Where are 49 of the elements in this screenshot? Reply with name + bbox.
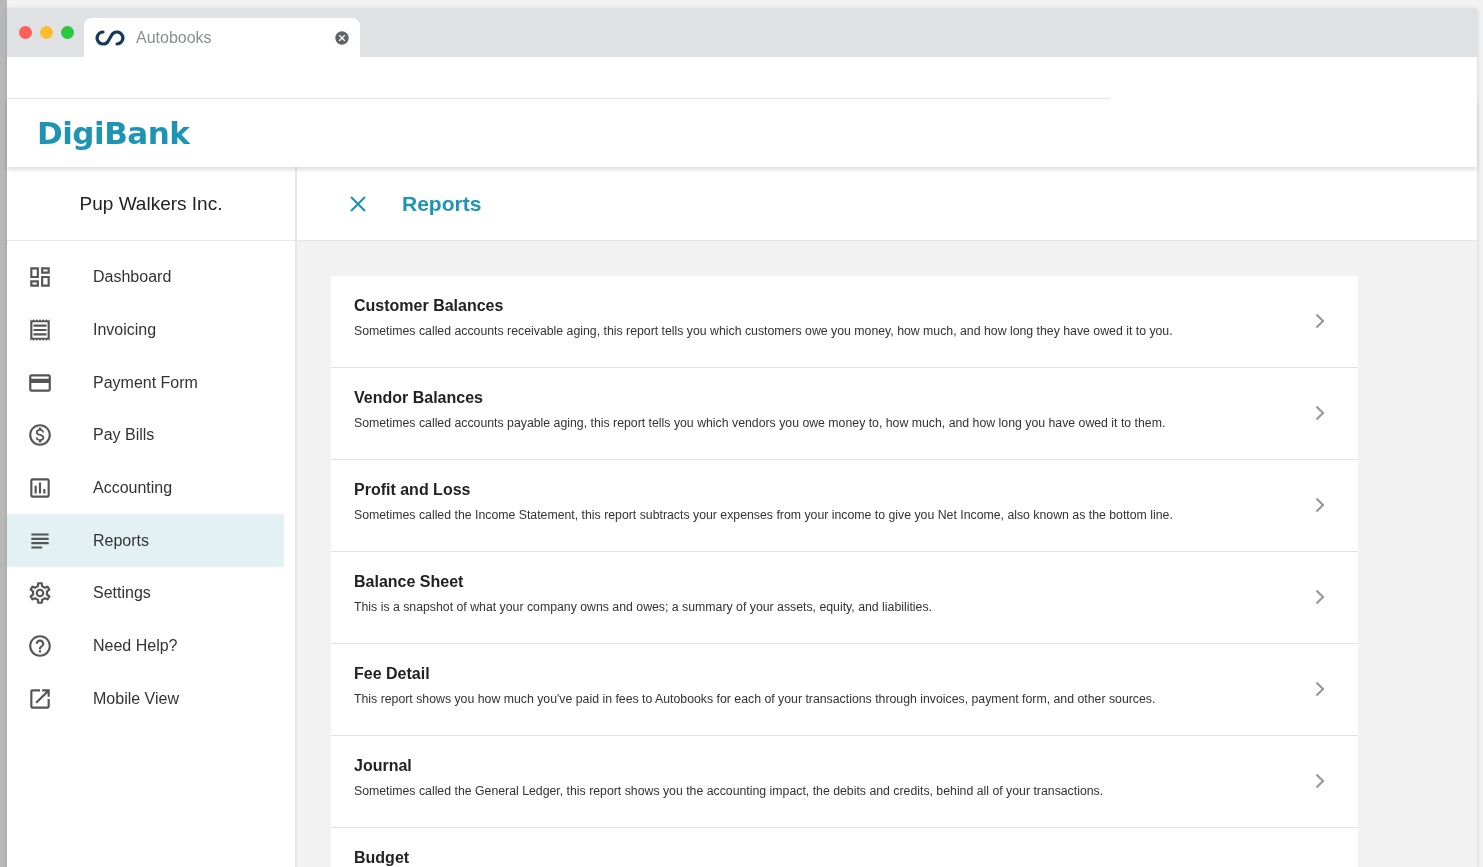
report-title: Journal (354, 757, 413, 775)
report-title: Budget (354, 849, 411, 867)
report-description: This is a snapshot of what your company owns and owes; a summary of your assets, equity, and liabilities. (354, 600, 933, 614)
close-button[interactable] (350, 195, 366, 212)
page-title: Reports (402, 191, 482, 216)
nav-item[interactable]: Payment Form (7, 356, 284, 410)
chevron-right-icon (1315, 497, 1325, 513)
report-card[interactable]: Balance Sheet This is a snapshot of what your company owns and owes; a summary of your assets, equity, and liabilities. (331, 552, 1358, 644)
report-description: Sometimes called accounts payable aging, this report tells you which vendors you owe money to, how much, and how long you have owed it to them. (354, 416, 1167, 430)
close-tab-icon[interactable] (334, 29, 350, 46)
nav-item[interactable]: Invoicing (7, 303, 284, 357)
company-name: Pup Walkers Inc. (7, 167, 295, 241)
chevron-right-icon (1315, 589, 1325, 605)
report-description: Sometimes called accounts receivable aging, this report tells you which customers owe you money, how much, and how long they have owed it to you. (354, 324, 1174, 338)
chevron-right-icon (1315, 405, 1325, 421)
report-card[interactable]: Journal Sometimes called the General Ledger, this report shows you the accounting impact, the debits and credits, behind all of your transactions. (331, 736, 1358, 828)
chevron-right-icon (1315, 773, 1325, 789)
nav-item[interactable]: Dashboard (7, 251, 284, 304)
report-card[interactable]: Vendor Balances Sometimes called accounts payable aging, this report tells you which vendors you owe money to, how much, and how long you have owed it to them. (331, 368, 1358, 460)
nav-item[interactable]: Settings (7, 567, 284, 620)
nav-item[interactable]: Mobile View (7, 672, 284, 726)
report-title: Customer Balances (354, 297, 505, 315)
minimize-window-button[interactable] (40, 25, 53, 39)
report-title: Fee Detail (354, 665, 431, 683)
maximize-window-button[interactable] (61, 25, 74, 39)
infinity-logo-icon (94, 28, 126, 47)
report-title: Vendor Balances (354, 389, 484, 407)
report-card[interactable]: Customer Balances Sometimes called accounts receivable aging, this report tells you which customers owe you money, how much, and how long they have owed it to you. (331, 276, 1358, 368)
tab-title: Autobooks (136, 28, 213, 47)
report-description: Sometimes called the General Ledger, this report shows you the accounting impact, the debits and credits, behind all of your transactions. (354, 784, 1105, 798)
report-card[interactable]: Fee Detail This report shows you how much you've paid in fees to Autobooks for each of your transactions through invoices, payment form, and other sources. (331, 644, 1358, 736)
chevron-right-icon (1315, 681, 1325, 697)
report-title: Balance Sheet (354, 573, 465, 591)
report-title: Profit and Loss (354, 481, 472, 499)
nav-item[interactable]: Pay Bills (7, 409, 284, 462)
nav-item[interactable]: Reports (7, 514, 284, 568)
close-window-button[interactable] (19, 25, 32, 39)
receipt-icon (27, 317, 53, 344)
logo: DigiBank (37, 115, 190, 151)
nav-item[interactable]: Accounting (7, 461, 284, 515)
chevron-right-icon (1315, 313, 1325, 329)
report-description: Sometimes called the Income Statement, this report subtracts your expenses from your income to give you Net Income, also known as the bottom line. (354, 508, 1174, 522)
help-icon (27, 633, 53, 660)
report-card[interactable]: Budget (331, 828, 1358, 867)
report-card[interactable]: Profit and Loss Sometimes called the Income Statement, this report subtracts your expenses from your income to give you Net Income, also known as the bottom line. (331, 460, 1358, 552)
report-description: This report shows you how much you've paid in fees to Autobooks for each of your transactions through invoices, payment form, and other sources. (354, 692, 1157, 706)
nav-item[interactable]: Need Help? (7, 619, 284, 673)
settings-icon (27, 580, 53, 607)
dollar-icon (27, 422, 53, 449)
